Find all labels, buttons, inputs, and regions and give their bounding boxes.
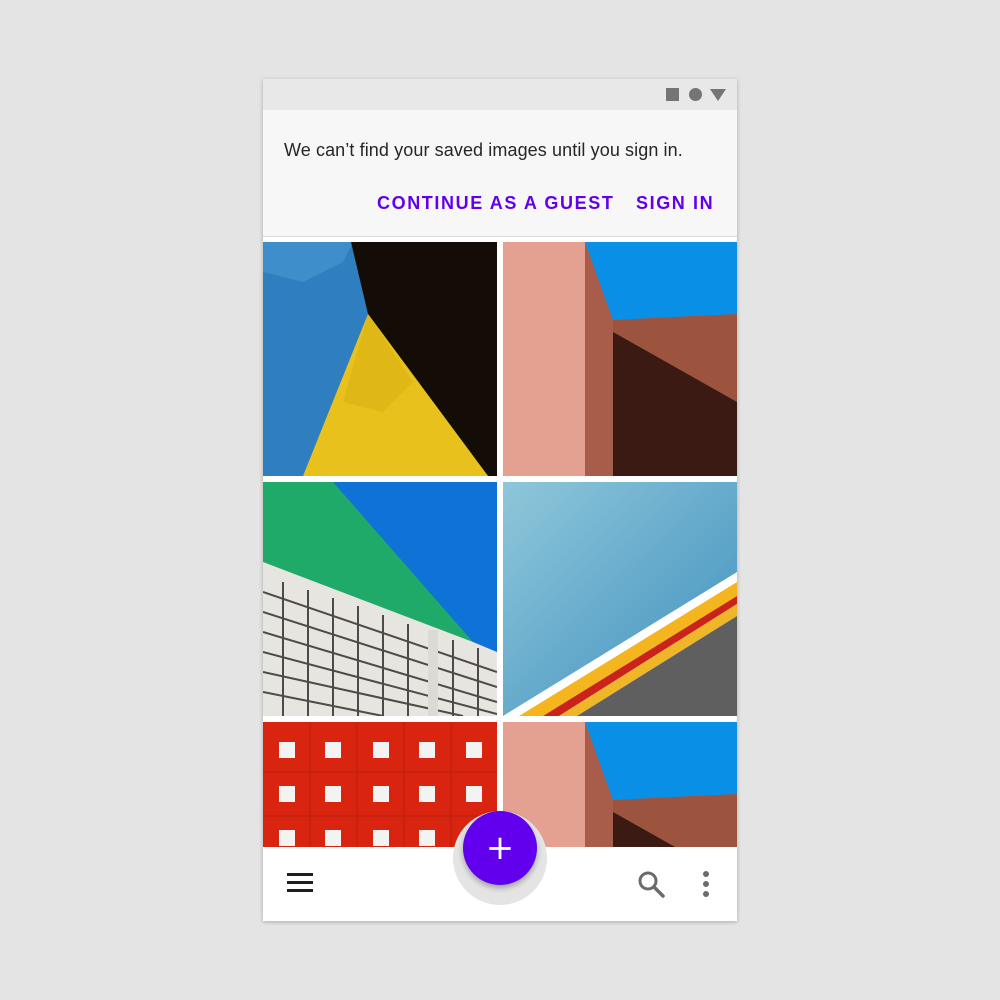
more-vert-icon[interactable] [701,871,711,897]
sign-in-banner: We can’t find your saved images until yo… [263,110,737,237]
phone-screen: We can’t find your saved images until yo… [263,79,737,921]
sign-in-button[interactable]: SIGN IN [636,193,714,214]
continue-as-guest-button[interactable]: CONTINUE AS A GUEST [377,193,614,214]
menu-icon[interactable] [287,873,313,893]
banner-message: We can’t find your saved images until yo… [284,140,683,160]
plus-icon: + [485,828,515,868]
triangle-down-icon [710,89,726,101]
stop-square-icon [666,88,679,101]
dot-circle-icon [689,88,702,101]
search-icon[interactable] [637,870,665,898]
gallery-image-4[interactable] [503,482,737,716]
gallery-image-2[interactable] [503,242,737,476]
gallery-image-1[interactable] [263,242,497,476]
add-fab-button[interactable]: + [463,811,537,885]
status-bar [263,79,737,110]
gallery-image-3[interactable] [263,482,497,716]
